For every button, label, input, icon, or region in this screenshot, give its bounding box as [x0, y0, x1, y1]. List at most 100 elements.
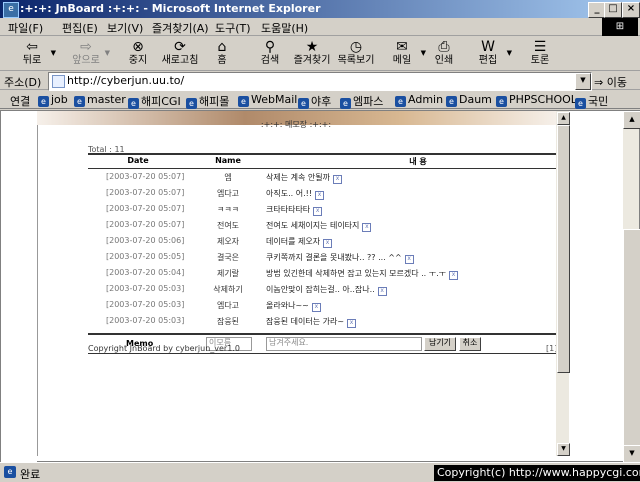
table-row: [2003-07-20 05:04] 제기랄 방법 있긴한데 삭제하면 잡고 있는지…	[88, 265, 557, 281]
link-happycgi[interactable]: e 해피CGI	[128, 93, 181, 109]
table-header: Date Name 내 용	[88, 153, 557, 169]
memo-cancel-button[interactable]: 취소	[459, 337, 481, 351]
history-button[interactable]: ◷ 목록보기	[334, 37, 378, 71]
menu-favorites[interactable]: 즐겨찾기(A)	[152, 20, 209, 36]
delete-icon[interactable]: x	[362, 223, 372, 232]
row-content: 전여도 세채이지는 테이타지 x	[266, 220, 372, 232]
address-label: 주소(D)	[4, 76, 42, 89]
row-content-text: 잠웅된 데이터는 가라~	[266, 317, 345, 326]
ie-page-icon: e	[128, 98, 139, 109]
delete-icon[interactable]: x	[313, 207, 323, 216]
table-row: [2003-07-20 05:07] 엠 삭제는 계속 안될까 x	[88, 169, 557, 185]
link-label: master	[87, 93, 126, 106]
links-label: 연결	[10, 95, 31, 108]
link-happymall[interactable]: e 해피몰	[186, 93, 229, 109]
title-bar: e :+:+: JnBoard :+:+: - Microsoft Intern…	[0, 0, 640, 18]
link-label: Admin	[408, 93, 444, 106]
search-button[interactable]: ⚲ 검색	[248, 37, 292, 71]
table-row: [2003-07-20 05:07] ㅋㅋㅋ 크타타타타타 x	[88, 201, 557, 217]
stop-button[interactable]: ⊗ 중지	[116, 37, 160, 71]
page-scroll-up-icon[interactable]: ▲	[623, 111, 640, 129]
back-dropdown-icon[interactable]: ▼	[51, 49, 56, 57]
favorites-button[interactable]: ★ 즐겨찾기	[290, 37, 334, 71]
inner-scroll-up-icon[interactable]: ▲	[557, 112, 570, 125]
row-date: [2003-07-20 05:03]	[106, 284, 185, 293]
forward-dropdown-icon[interactable]: ▼	[105, 49, 110, 57]
go-button[interactable]: ⇒ 이동	[594, 74, 627, 90]
ie-page-icon: e	[298, 98, 309, 109]
row-content: 크타타타타타 x	[266, 204, 323, 216]
link-kookmin[interactable]: e 국민	[575, 93, 608, 109]
page-scroll-thumb[interactable]	[623, 229, 640, 447]
menu-view[interactable]: 보기(V)	[107, 20, 143, 36]
link-phpschool[interactable]: e PHPSCHOOL	[496, 93, 577, 107]
discuss-button[interactable]: ☰ 토론	[518, 37, 562, 71]
row-name: 엠다고	[216, 189, 240, 198]
table-row: [2003-07-20 05:03] 엠다고 올라와나~~ x	[88, 297, 557, 313]
link-label: 해피CGI	[141, 95, 181, 108]
stop-label: 중지	[128, 55, 148, 66]
menu-help[interactable]: 도움말(H)	[261, 20, 308, 36]
row-content: 데이터를 제오자 x	[266, 236, 333, 248]
delete-icon[interactable]: x	[449, 271, 458, 280]
address-input[interactable]: http://cyberjun.uu.to/ ▼	[48, 72, 592, 91]
delete-icon[interactable]: x	[332, 175, 342, 184]
close-button[interactable]: ×	[622, 2, 640, 18]
inner-scroll-down-icon[interactable]: ▼	[557, 443, 570, 456]
link-admin[interactable]: e Admin	[395, 93, 443, 107]
link-master[interactable]: e master	[74, 93, 126, 107]
page-scrollbar[interactable]: ▲ ▼	[623, 111, 640, 463]
home-button[interactable]: ⌂ 홈	[200, 37, 244, 71]
site-copyright: Copyright(c) http://www.happycgi.com	[434, 465, 640, 481]
page-content: :+:+: 메모장 :+:+: Total : 11 Date Name 내 용…	[0, 110, 640, 463]
table-row: [2003-07-20 05:07] 엠다고 아직도.. 어.!! x	[88, 185, 557, 201]
row-content-text: 쿠키쪽까지 결론을 못내봤나.. ?? ... ^^	[266, 253, 402, 262]
inner-scrollbar[interactable]: ▲ ▼	[556, 111, 570, 456]
ie-page-icon: e	[395, 96, 406, 107]
link-webmail[interactable]: e WebMail	[238, 93, 297, 107]
menu-edit[interactable]: 편집(E)	[62, 20, 98, 36]
delete-icon[interactable]: x	[347, 319, 357, 328]
maximize-button[interactable]: □	[604, 2, 622, 18]
link-label: 해피몰	[199, 95, 230, 108]
table-row: [2003-07-20 05:06] 제오자 데이터를 제오자 x	[88, 233, 557, 249]
table-row: [2003-07-20 05:03] 삭제하기 이놈안맞이 잡히는걸.. 아..잡나…	[88, 281, 557, 297]
refresh-button[interactable]: ⟳ 새로고침	[158, 37, 202, 71]
delete-icon[interactable]: x	[311, 303, 321, 312]
row-content-text: 크타타타타타	[266, 205, 311, 214]
mail-button[interactable]: ✉ 메일 ▼	[380, 37, 426, 71]
delete-icon[interactable]: x	[315, 191, 325, 200]
forward-button[interactable]: ⇨ 앞으로 ▼	[64, 37, 110, 71]
address-url[interactable]: http://cyberjun.uu.to/	[67, 74, 184, 87]
delete-icon[interactable]: x	[323, 239, 333, 248]
back-button[interactable]: ⇦ 뒤로 ▼	[10, 37, 56, 71]
menu-tools[interactable]: 도구(T)	[215, 20, 251, 36]
print-button[interactable]: ⎙ 인쇄	[422, 37, 466, 71]
edit-button[interactable]: W 편집 ▼	[466, 37, 512, 71]
row-content-text: 아직도.. 어.!!	[266, 189, 313, 198]
memo-submit-button[interactable]: 남기기	[424, 337, 456, 351]
row-date: [2003-07-20 05:07]	[106, 204, 185, 213]
menu-file[interactable]: 파일(F)	[8, 20, 43, 36]
link-daum[interactable]: e Daum	[446, 93, 492, 107]
header-date: Date	[127, 156, 149, 165]
delete-icon[interactable]: x	[404, 255, 414, 264]
page-scroll-down-icon[interactable]: ▼	[623, 445, 640, 463]
print-label: 인쇄	[434, 55, 454, 66]
link-empas[interactable]: e 엠파스	[340, 93, 383, 109]
link-job[interactable]: e job	[38, 93, 68, 107]
row-name: 잠웅된	[216, 317, 240, 326]
row-date: [2003-07-20 05:03]	[106, 300, 185, 309]
link-yahoo[interactable]: e 야후	[298, 93, 331, 109]
ie-logo-icon: e	[3, 2, 19, 18]
print-icon: ⎙	[438, 39, 450, 55]
edit-dropdown-icon[interactable]: ▼	[507, 49, 512, 57]
delete-icon[interactable]: x	[377, 287, 387, 296]
link-label: 야후	[311, 95, 332, 108]
row-name: 전여도	[216, 221, 240, 230]
inner-scroll-thumb[interactable]	[557, 125, 570, 373]
address-dropdown-icon[interactable]: ▼	[575, 73, 591, 90]
row-name: 삭제하기	[213, 285, 243, 294]
memo-content-input[interactable]: 남겨주세요.	[266, 337, 422, 351]
mail-icon: ✉	[396, 39, 408, 55]
